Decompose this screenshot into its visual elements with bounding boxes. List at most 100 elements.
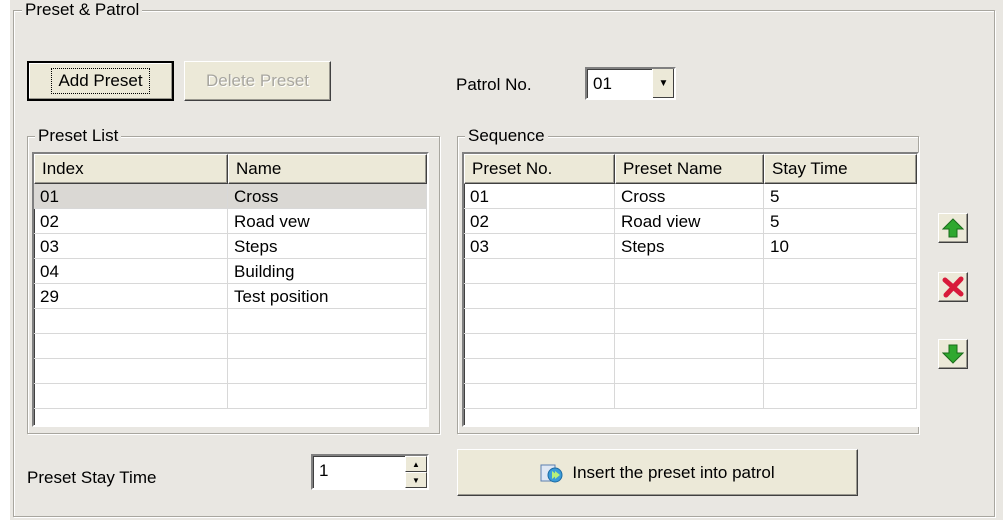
spinner-buttons: ▲ ▼ [405, 456, 427, 488]
table-row[interactable]: 02 Road vew [34, 209, 427, 234]
table-row[interactable] [464, 284, 917, 309]
arrow-up-icon [942, 218, 964, 238]
cell-preset-name [615, 284, 764, 308]
cell-name: Cross [228, 184, 427, 208]
table-row[interactable] [464, 259, 917, 284]
add-preset-label: Add Preset [51, 68, 150, 94]
table-row[interactable] [34, 359, 427, 384]
add-preset-button[interactable]: Add Preset [27, 61, 174, 101]
column-header-preset-no[interactable]: Preset No. [464, 154, 615, 184]
table-row[interactable] [464, 334, 917, 359]
cell-name: Test position [228, 284, 427, 308]
cell-name [228, 359, 427, 383]
column-header-index[interactable]: Index [34, 154, 228, 184]
cell-preset-no [464, 284, 615, 308]
cell-name: Road vew [228, 209, 427, 233]
delete-preset-button[interactable]: Delete Preset [184, 61, 331, 101]
sequence-rows: 01 Cross 5 02 Road view 5 03 Steps 10 [464, 184, 917, 409]
insert-button-label: Insert the preset into patrol [572, 462, 775, 482]
cell-index: 03 [34, 234, 228, 258]
cell-index: 02 [34, 209, 228, 233]
table-row[interactable]: 01 Cross 5 [464, 184, 917, 209]
spin-down-icon[interactable]: ▼ [405, 472, 427, 488]
cell-preset-name [615, 384, 764, 408]
cell-index [34, 309, 228, 333]
cell-stay-time: 10 [764, 234, 917, 258]
table-row[interactable] [34, 309, 427, 334]
cell-name: Steps [228, 234, 427, 258]
cell-stay-time [764, 334, 917, 358]
cell-index [34, 334, 228, 358]
cell-preset-name [615, 334, 764, 358]
table-row[interactable] [34, 384, 427, 409]
cell-preset-name [615, 309, 764, 333]
cell-stay-time [764, 384, 917, 408]
move-up-button[interactable] [938, 213, 968, 243]
cell-stay-time [764, 284, 917, 308]
sequence-list[interactable]: Preset No. Preset Name Stay Time 01 Cross… [462, 152, 919, 427]
arrow-down-icon [942, 344, 964, 364]
cell-preset-no [464, 359, 615, 383]
insert-preset-button[interactable]: Insert the preset into patrol [457, 449, 858, 496]
patrol-no-value: 01 [593, 73, 612, 93]
move-down-button[interactable] [938, 339, 968, 369]
cell-preset-no [464, 334, 615, 358]
cell-preset-no [464, 384, 615, 408]
cell-preset-no: 01 [464, 184, 615, 208]
red-x-icon [942, 276, 964, 298]
chevron-down-icon[interactable]: ▼ [652, 69, 674, 98]
preset-stay-time-spinner[interactable]: 1 ▲ ▼ [311, 454, 429, 490]
cell-preset-no: 03 [464, 234, 615, 258]
table-row[interactable] [464, 384, 917, 409]
remove-button[interactable] [938, 272, 968, 302]
cell-name [228, 309, 427, 333]
preset-list-title: Preset List [35, 126, 122, 146]
stay-time-value: 1 [319, 461, 329, 480]
insert-icon [540, 464, 563, 482]
cell-preset-no: 02 [464, 209, 615, 233]
column-header-name[interactable]: Name [228, 154, 427, 184]
cell-stay-time: 5 [764, 209, 917, 233]
cell-preset-name: Cross [615, 184, 764, 208]
preset-list[interactable]: Index Name 01 Cross 02 Road vew 03 Steps 04 Bui… [32, 152, 429, 427]
cell-name: Building [228, 259, 427, 283]
patrol-no-select[interactable]: 01 ▼ [585, 67, 676, 100]
cell-stay-time [764, 309, 917, 333]
table-row[interactable]: 01 Cross [34, 184, 427, 209]
table-row[interactable]: 29 Test position [34, 284, 427, 309]
cell-preset-name [615, 359, 764, 383]
table-row[interactable]: 03 Steps [34, 234, 427, 259]
cell-preset-no [464, 259, 615, 283]
table-row[interactable] [464, 309, 917, 334]
cell-stay-time [764, 259, 917, 283]
column-header-preset-name[interactable]: Preset Name [615, 154, 764, 184]
delete-preset-label: Delete Preset [206, 71, 309, 90]
sequence-header: Preset No. Preset Name Stay Time [464, 154, 917, 184]
cell-index: 04 [34, 259, 228, 283]
cell-name [228, 384, 427, 408]
cell-preset-name: Steps [615, 234, 764, 258]
cell-preset-name: Road view [615, 209, 764, 233]
cell-index: 29 [34, 284, 228, 308]
cell-preset-name [615, 259, 764, 283]
preset-stay-time-label: Preset Stay Time [27, 468, 157, 487]
cell-index [34, 359, 228, 383]
cell-index: 01 [34, 184, 228, 208]
table-row[interactable]: 02 Road view 5 [464, 209, 917, 234]
preset-list-rows: 01 Cross 02 Road vew 03 Steps 04 Building 29 Test… [34, 184, 427, 409]
table-row[interactable]: 03 Steps 10 [464, 234, 917, 259]
column-header-stay-time[interactable]: Stay Time [764, 154, 917, 184]
table-row[interactable]: 04 Building [34, 259, 427, 284]
spin-up-icon[interactable]: ▲ [405, 456, 427, 472]
cell-stay-time [764, 359, 917, 383]
cell-name [228, 334, 427, 358]
table-row[interactable] [464, 359, 917, 384]
sequence-title: Sequence [465, 126, 548, 146]
cell-stay-time: 5 [764, 184, 917, 208]
cell-preset-no [464, 309, 615, 333]
patrol-no-label: Patrol No. [456, 75, 532, 94]
cell-index [34, 384, 228, 408]
preset-patrol-panel: Preset & Patrol Add Preset Delete Preset… [10, 0, 1003, 520]
groupbox-title: Preset & Patrol [22, 0, 143, 20]
table-row[interactable] [34, 334, 427, 359]
